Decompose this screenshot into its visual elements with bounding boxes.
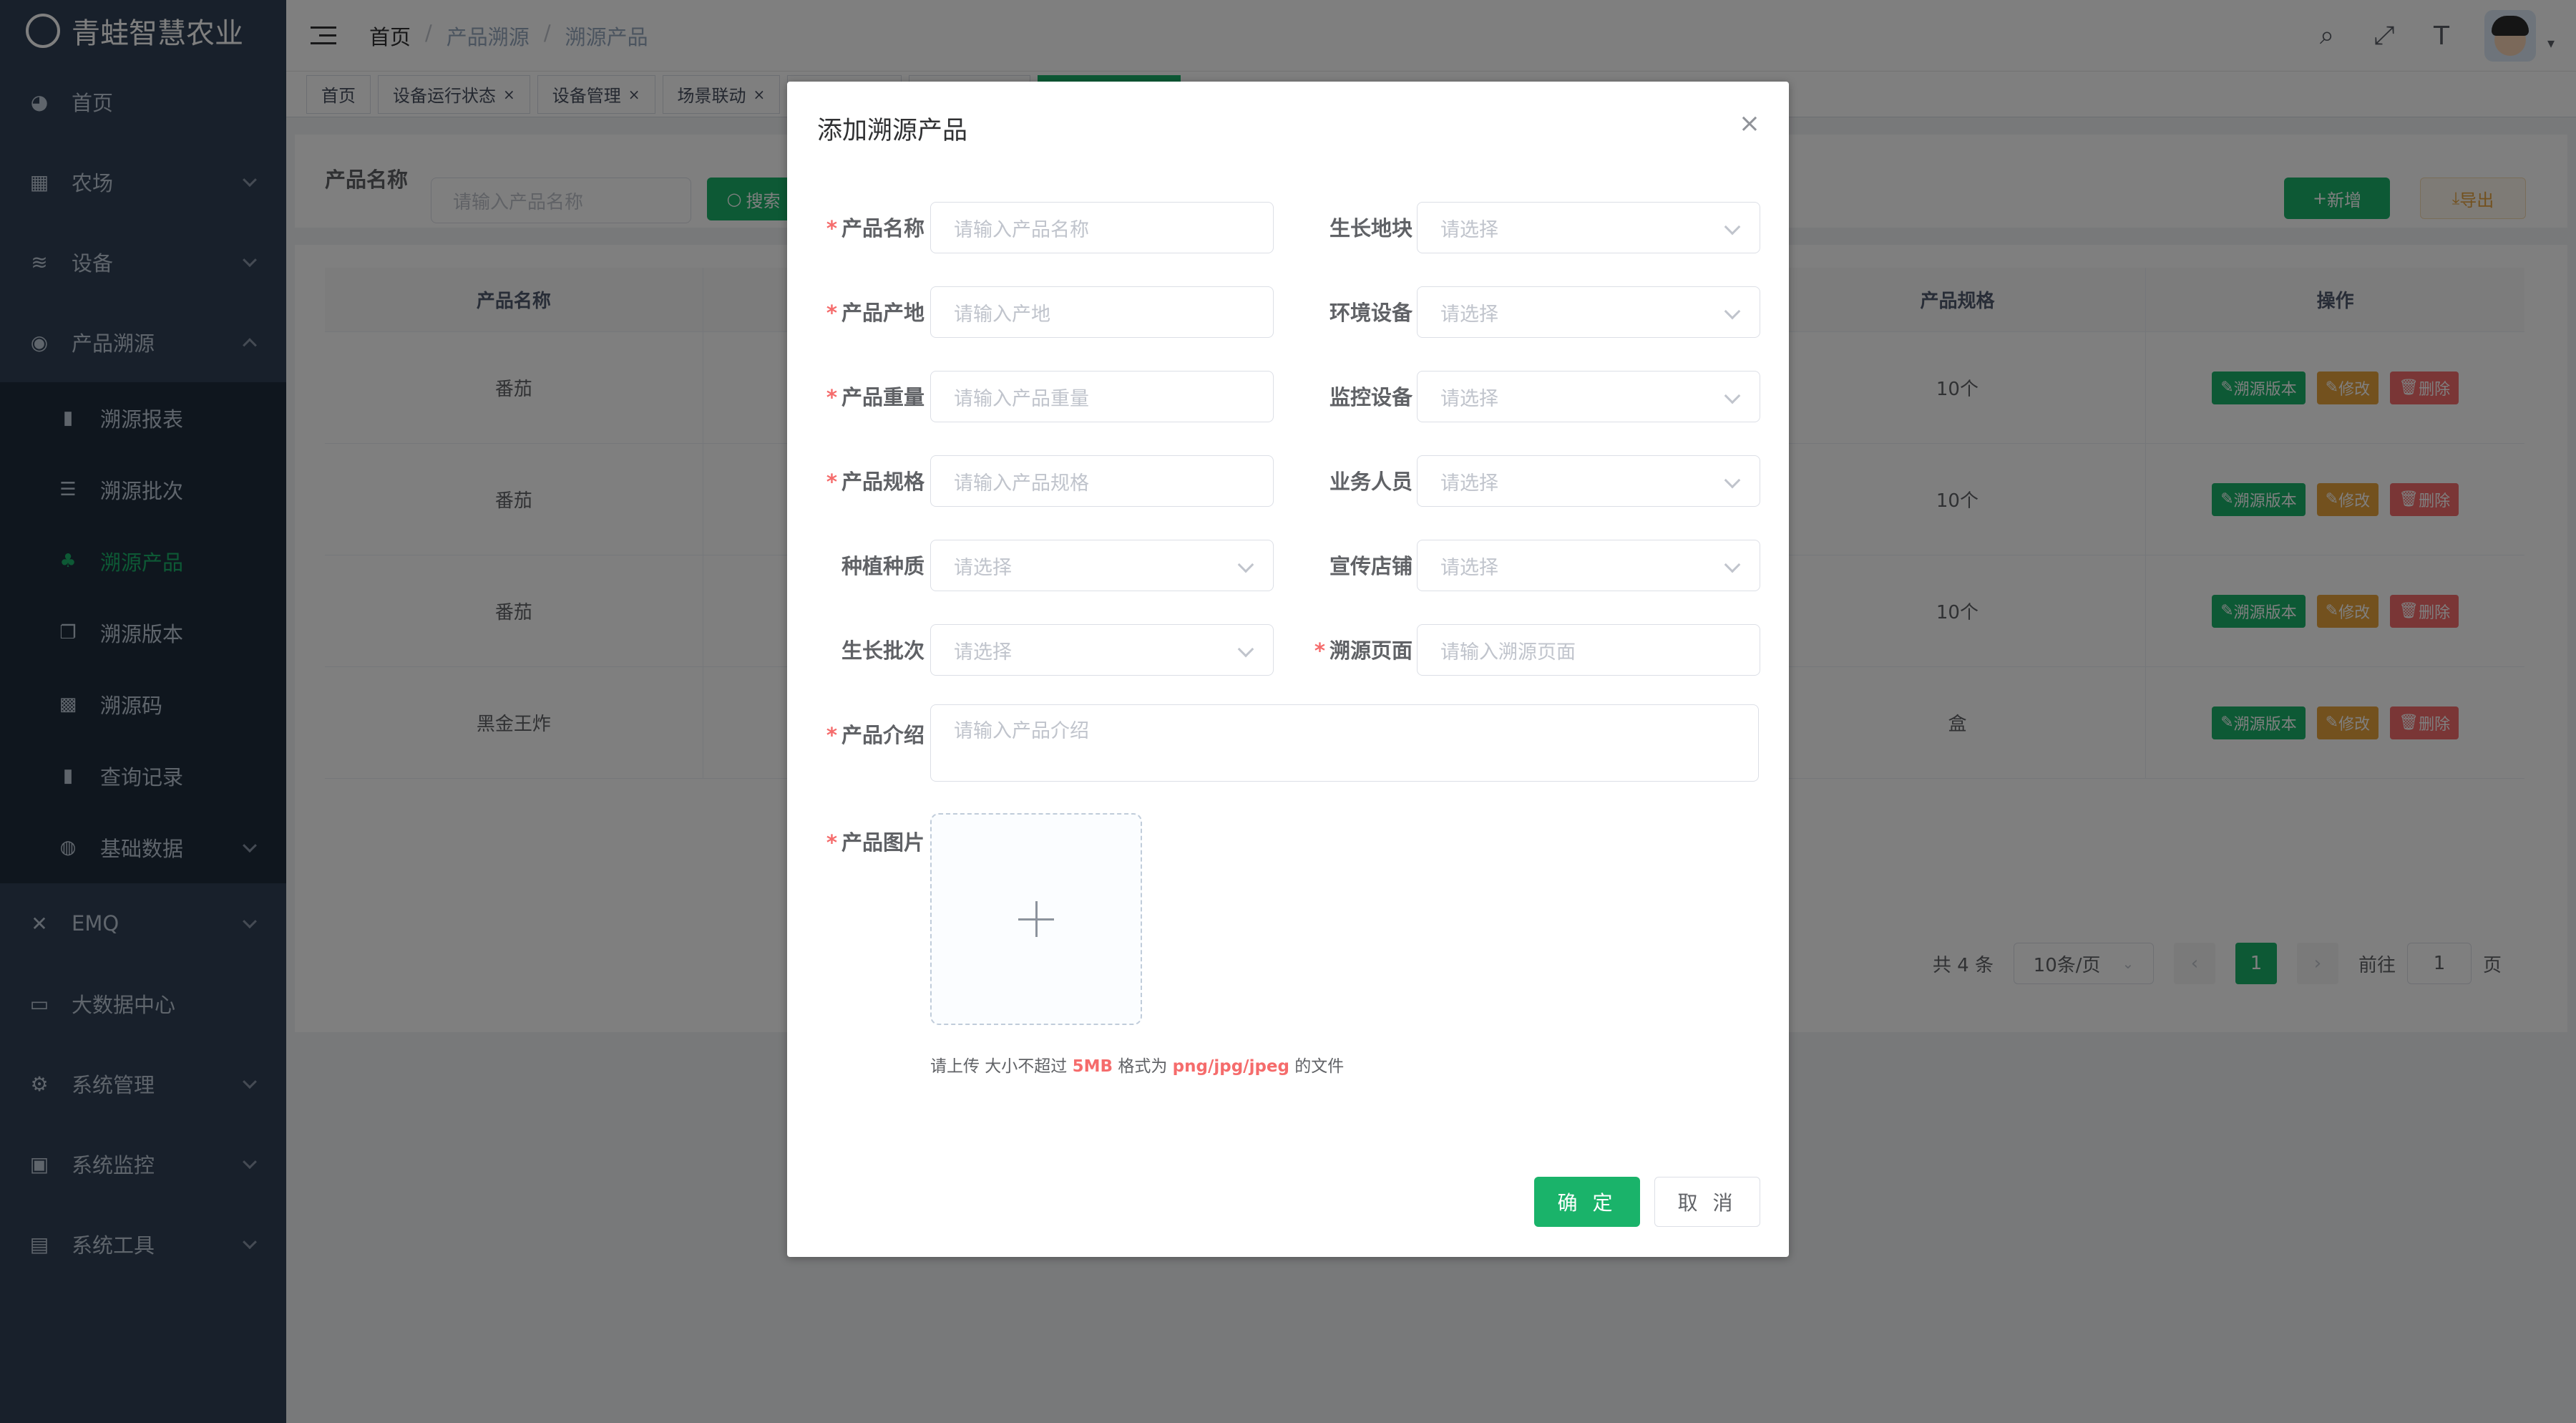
label-shop: 宣传店铺 bbox=[1329, 554, 1413, 578]
monitor-device-select[interactable]: 请选择 bbox=[1417, 371, 1760, 422]
select-placeholder: 请选择 bbox=[1440, 303, 1498, 326]
close-icon[interactable]: × bbox=[1739, 109, 1760, 138]
batch-select[interactable]: 请选择 bbox=[930, 624, 1274, 676]
origin-input[interactable]: 请输入产地 bbox=[930, 286, 1274, 338]
image-upload[interactable] bbox=[930, 813, 1142, 1025]
chevron-down-icon bbox=[1724, 387, 1741, 404]
plus-icon bbox=[1018, 901, 1054, 937]
dialog-title: 添加溯源产品 bbox=[817, 117, 968, 145]
label-batch: 生长批次 bbox=[841, 638, 924, 663]
label-growth-plot: 生长地块 bbox=[1329, 216, 1413, 241]
label-env-device: 环境设备 bbox=[1329, 301, 1413, 325]
label-spec: * 产品规格 bbox=[826, 470, 924, 494]
env-device-select[interactable]: 请选择 bbox=[1417, 286, 1760, 338]
trace-page-input[interactable]: 请输入溯源页面 bbox=[1417, 624, 1760, 676]
chevron-down-icon bbox=[1237, 556, 1254, 573]
cancel-button[interactable]: 取 消 bbox=[1654, 1177, 1760, 1227]
select-placeholder: 请选择 bbox=[1440, 387, 1498, 410]
select-placeholder: 请选择 bbox=[954, 641, 1012, 664]
label-image: * 产品图片 bbox=[826, 830, 924, 855]
spec-input[interactable]: 请输入产品规格 bbox=[930, 455, 1274, 507]
confirm-button[interactable]: 确 定 bbox=[1534, 1177, 1640, 1227]
add-product-dialog: 添加溯源产品 × * 产品名称 请输入产品名称 生长地块 请选择 * 产品产地 请输… bbox=[787, 82, 1789, 1257]
label-germplasm: 种植种质 bbox=[841, 554, 924, 578]
select-placeholder: 请选择 bbox=[1440, 556, 1498, 579]
select-placeholder: 请选择 bbox=[1440, 218, 1498, 241]
label-intro: * 产品介绍 bbox=[826, 723, 924, 747]
label-trace-page: * 溯源页面 bbox=[1314, 638, 1413, 663]
chevron-down-icon bbox=[1724, 303, 1741, 320]
product-name-input[interactable]: 请输入产品名称 bbox=[930, 202, 1274, 253]
label-staff: 业务人员 bbox=[1329, 470, 1413, 494]
label-product-name: * 产品名称 bbox=[826, 216, 924, 241]
growth-plot-select[interactable]: 请选择 bbox=[1417, 202, 1760, 253]
select-placeholder: 请选择 bbox=[1440, 472, 1498, 495]
chevron-down-icon bbox=[1724, 218, 1741, 235]
intro-textarea[interactable]: 请输入产品介绍 bbox=[930, 704, 1759, 782]
weight-input[interactable]: 请输入产品重量 bbox=[930, 371, 1274, 422]
chevron-down-icon bbox=[1237, 641, 1254, 658]
select-placeholder: 请选择 bbox=[954, 556, 1012, 579]
shop-select[interactable]: 请选择 bbox=[1417, 540, 1760, 591]
upload-tip: 请上传 大小不超过 5MB 格式为 png/jpg/jpeg 的文件 bbox=[930, 1057, 1345, 1076]
label-origin: * 产品产地 bbox=[826, 301, 924, 325]
label-monitor-device: 监控设备 bbox=[1329, 385, 1413, 409]
staff-select[interactable]: 请选择 bbox=[1417, 455, 1760, 507]
chevron-down-icon bbox=[1724, 472, 1741, 489]
label-weight: * 产品重量 bbox=[826, 385, 924, 409]
germplasm-select[interactable]: 请选择 bbox=[930, 540, 1274, 591]
chevron-down-icon bbox=[1724, 556, 1741, 573]
